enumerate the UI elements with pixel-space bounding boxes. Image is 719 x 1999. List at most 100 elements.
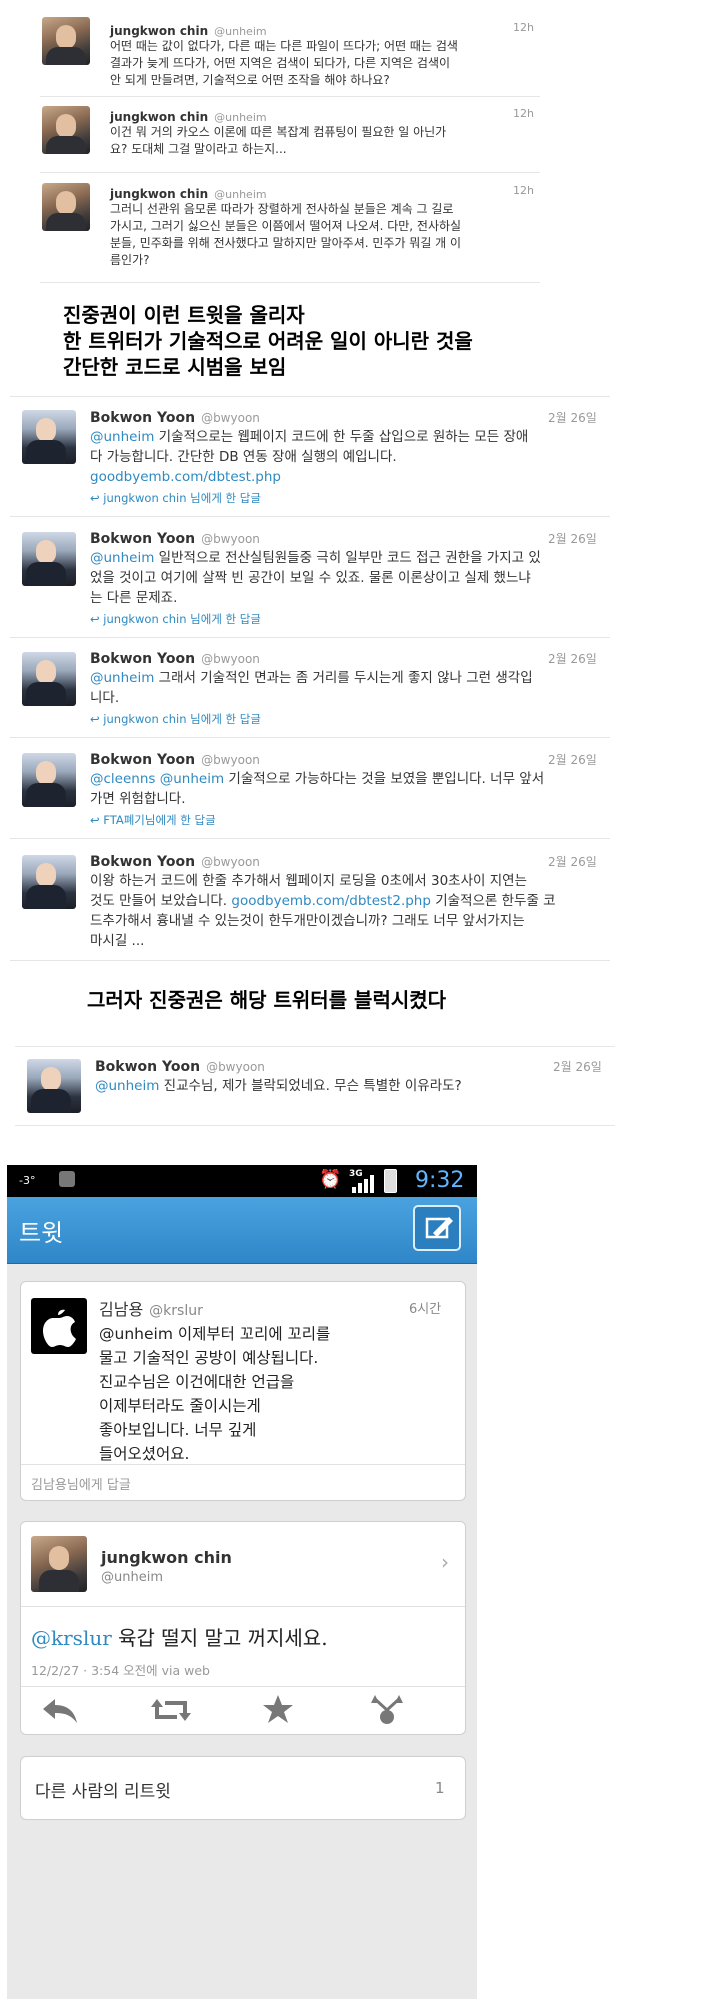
avatar[interactable] <box>22 410 76 464</box>
signal-icon <box>352 1175 374 1193</box>
divider <box>10 516 610 517</box>
retweets-row[interactable]: 다른 사람의 리트윗 1 <box>20 1756 466 1820</box>
alarm-icon: ⏰ <box>319 1169 342 1190</box>
in-reply-to[interactable]: ↩ jungkwon chin 님에게 한 답글 <box>90 611 261 627</box>
reply-arrow-icon: ↩ <box>90 712 104 726</box>
mention-link-2[interactable]: @unheim <box>160 771 224 787</box>
author-handle: @bwyoon <box>201 411 260 425</box>
tweet-time: 12h <box>513 21 534 34</box>
author-name[interactable]: Bokwon Yoon <box>90 752 195 768</box>
tweet-time: 2월 26일 <box>548 652 597 666</box>
author-handle: @unheim <box>101 1570 163 1585</box>
retweet-icon[interactable] <box>151 1695 191 1725</box>
author-handle: @bwyoon <box>206 1060 265 1074</box>
mention-link[interactable]: @cleenns <box>90 771 155 787</box>
tweet-time: 2월 26일 <box>553 1060 602 1074</box>
author-handle: @bwyoon <box>201 652 260 666</box>
author-name[interactable]: jungkwon chin <box>110 24 208 38</box>
reply-arrow-icon: ↩ <box>90 813 104 827</box>
in-reply-to[interactable]: ↩ FTA폐기님에게 한 답글 <box>90 812 216 828</box>
avatar[interactable] <box>22 753 76 807</box>
divider <box>40 172 540 173</box>
app-header: 트윗 <box>7 1197 477 1264</box>
author-name[interactable]: Bokwon Yoon <box>90 410 195 426</box>
author-name[interactable]: jungkwon chin <box>101 1548 232 1567</box>
author-name[interactable]: Bokwon Yoon <box>95 1059 200 1075</box>
apple-logo-icon <box>43 1309 76 1347</box>
action-bar <box>21 1687 465 1733</box>
favorite-star-icon[interactable] <box>261 1693 295 1725</box>
caption-2: 그러자 진중권은 해당 트위터를 블럭시켰다 <box>87 988 447 1012</box>
tweet-text: @krslur 육갑 떨지 말고 꺼지세요. <box>31 1626 328 1650</box>
divider <box>10 838 610 839</box>
author-name[interactable]: Bokwon Yoon <box>90 854 195 870</box>
mention-link[interactable]: @unheim <box>90 429 154 445</box>
divider <box>15 1125 615 1126</box>
avatar[interactable] <box>42 183 90 231</box>
reply-icon[interactable] <box>41 1695 79 1725</box>
author-handle: @unheim <box>214 25 267 38</box>
avatar[interactable] <box>27 1059 81 1113</box>
avatar[interactable] <box>31 1536 87 1592</box>
author-name[interactable]: 김남용 <box>99 1300 143 1319</box>
battery-icon <box>384 1169 397 1193</box>
avatar[interactable] <box>22 855 76 909</box>
url-link[interactable]: goodbyemb.com/dbtest.php <box>90 469 281 485</box>
compose-icon <box>425 1217 453 1239</box>
share-icon[interactable] <box>369 1693 405 1727</box>
mention-link[interactable]: @unheim <box>95 1078 159 1094</box>
avatar[interactable] <box>42 17 90 65</box>
avatar[interactable] <box>22 652 76 706</box>
tweet-time: 2월 26일 <box>548 753 597 767</box>
divider <box>10 637 610 638</box>
tweet-time: 2월 26일 <box>548 855 597 869</box>
in-reply-to[interactable]: ↩ jungkwon chin 님에게 한 답글 <box>90 711 261 727</box>
divider <box>40 282 540 283</box>
temperature: -3° <box>19 1174 36 1187</box>
divider <box>40 96 540 97</box>
status-bar: -3° ⏰ 3G 9:32 <box>7 1165 477 1197</box>
avatar[interactable] <box>31 1298 87 1354</box>
author-name[interactable]: Bokwon Yoon <box>90 531 195 547</box>
author-name[interactable]: jungkwon chin <box>110 110 208 124</box>
url-link[interactable]: goodbyemb.com/dbtest2.php <box>231 893 431 909</box>
reply-source-card: 김남용 @krslur 6시간 @unheim 이제부터 꼬리에 꼬리를 물고 기… <box>20 1281 466 1501</box>
main-tweet-card: jungkwon chin @unheim › @krslur 육갑 떨지 말고… <box>20 1521 466 1735</box>
chevron-right-icon[interactable]: › <box>441 1550 449 1574</box>
author-name[interactable]: jungkwon chin <box>110 187 208 201</box>
mention-link[interactable]: @krslur <box>31 1626 112 1650</box>
author-handle: @unheim <box>214 111 267 124</box>
divider <box>10 737 610 738</box>
tweet-time: 12h <box>513 107 534 120</box>
phone-screenshot: -3° ⏰ 3G 9:32 트윗 김남용 @krslur 6시간 @unheim… <box>7 1165 477 1999</box>
author-handle: @bwyoon <box>201 753 260 767</box>
author-handle: @bwyoon <box>201 855 260 869</box>
in-reply-to[interactable]: ↩ jungkwon chin 님에게 한 답글 <box>90 490 261 506</box>
retweets-count: 1 <box>435 1779 445 1797</box>
divider <box>15 1046 615 1047</box>
caption-1: 진중권이 이런 트윗을 올리자 한 트위터가 기술적으로 어려운 일이 아니란 … <box>63 303 473 379</box>
retweets-label: 다른 사람의 리트윗 <box>35 1782 171 1802</box>
author-handle: @krslur <box>149 1303 203 1319</box>
app-title: 트윗 <box>19 1219 64 1247</box>
author-name[interactable]: Bokwon Yoon <box>90 651 195 667</box>
tweet-text: 이왕 하는거 코드에 한줄 추가해서 웹페이지 로딩을 0초에서 30초사이 지… <box>90 873 556 949</box>
divider <box>21 1464 465 1465</box>
tweet-text: @unheim 이제부터 꼬리에 꼬리를 물고 기술적인 공방이 예상됩니다. … <box>99 1325 331 1463</box>
divider <box>10 960 610 961</box>
clock: 9:32 <box>415 1168 465 1193</box>
avatar[interactable] <box>42 106 90 154</box>
reply-arrow-icon: ↩ <box>90 491 104 505</box>
tweet-text: 그러니 선관위 음모론 따라가 장렬하게 전사하실 분들은 계속 그 길로 가시… <box>110 202 462 267</box>
reply-label[interactable]: 김남용님에게 답글 <box>31 1474 131 1493</box>
tweet-text: @unheim 진교수님, 제가 블락되었네요. 무슨 특별한 이유라도? <box>95 1078 462 1094</box>
reply-arrow-icon: ↩ <box>90 612 104 626</box>
mention-link[interactable]: @unheim <box>90 550 154 566</box>
tweet-text: 이건 뭐 거의 카오스 이론에 따른 복잡계 컴퓨팅이 필요한 일 아닌가 요?… <box>110 125 447 156</box>
mention-link[interactable]: @unheim <box>90 670 154 686</box>
compose-button[interactable] <box>413 1205 461 1251</box>
tweet-time: 6시간 <box>409 1302 442 1317</box>
author-handle: @unheim <box>214 188 267 201</box>
tweet-text: @unheim 그래서 기술적인 면과는 좀 거리를 두시는게 좋지 않나 그런… <box>90 670 533 706</box>
avatar[interactable] <box>22 532 76 586</box>
